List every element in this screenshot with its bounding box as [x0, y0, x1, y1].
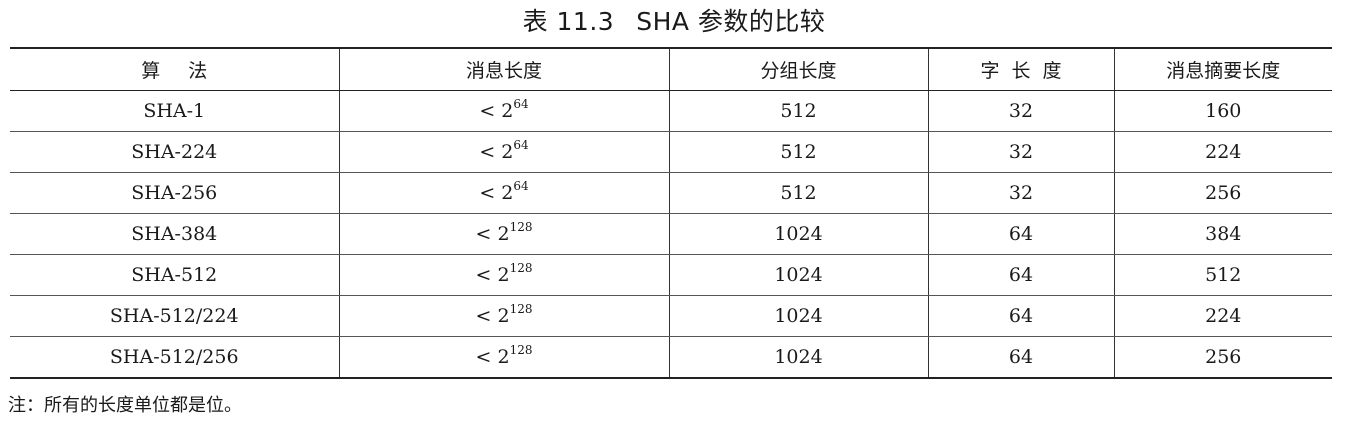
- table-row: SHA-384 < 2128 1024 64 384: [10, 213, 1332, 255]
- table-row: SHA-256 < 264 512 32 256: [10, 172, 1332, 214]
- cell-algorithm: SHA-512/256: [10, 336, 340, 378]
- cell-block-length: 1024: [669, 254, 929, 296]
- cell-digest-length: 256: [1205, 346, 1242, 368]
- cell-digest-length: 224: [1114, 295, 1332, 337]
- cell-block-length: 512: [669, 131, 929, 173]
- cell-message-length: < 2128: [339, 213, 670, 255]
- table-row: SHA-224 < 264 512 32 224: [10, 131, 1332, 173]
- table-row: SHA-512 < 2128 1024 64 512: [10, 254, 1332, 296]
- table-caption: 表 11.3 SHA 参数的比较: [0, 4, 1348, 40]
- cell-word-length: 64: [928, 213, 1115, 255]
- cell-block-length: 1024: [669, 336, 929, 378]
- cell-block-length: 512: [669, 90, 929, 132]
- cell-algorithm: SHA-512: [10, 254, 340, 296]
- cell-message-length: < 2128: [339, 254, 670, 296]
- cell-algorithm: SHA-224: [10, 131, 340, 173]
- header-word-length: 字长度: [928, 48, 1115, 91]
- cell-message-length: < 264: [339, 172, 670, 214]
- cell-algorithm: SHA-512/224: [10, 295, 340, 337]
- header-message-length: 消息长度: [339, 48, 670, 91]
- cell-digest-length: 256: [1114, 172, 1332, 214]
- cell-word-length: 32: [928, 131, 1115, 173]
- cell-message-length: < 2128: [339, 295, 670, 337]
- cell-message-length: < 2128: [339, 336, 670, 378]
- cell-word-length: 32: [928, 172, 1115, 214]
- sha-parameters-table: 算法 消息长度 分组长度 字长度 消息摘要长度 SHA-1 < 264 512 …: [10, 47, 1332, 379]
- table-note: 注：所有的长度单位都是位。: [8, 395, 242, 416]
- cell-block-length: 1024: [669, 213, 929, 255]
- cell-digest-length: 160: [1114, 90, 1332, 132]
- cell-digest-length: 224: [1114, 131, 1332, 173]
- table-number: 表 11.3: [522, 7, 615, 36]
- cell-algorithm: SHA-256: [10, 172, 340, 214]
- table-title: SHA 参数的比较: [636, 7, 826, 36]
- table-row: SHA-1 < 264 512 32 160: [10, 90, 1332, 132]
- cell-digest-length: 384: [1114, 213, 1332, 255]
- cell-word-length: 64: [928, 336, 1115, 378]
- cell-block-length: 512: [669, 172, 929, 214]
- cell-word-length: 32: [928, 90, 1115, 132]
- cell-word-length: 64: [928, 254, 1115, 296]
- header-row: 算法 消息长度 分组长度 字长度 消息摘要长度: [10, 48, 1332, 91]
- table-row: SHA-512/224 < 2128 1024 64 224: [10, 295, 1332, 337]
- table-row: SHA-512/256 < 2128 1024 64 256: [10, 336, 1332, 378]
- cell-block-length: 1024: [669, 295, 929, 337]
- header-block-length: 分组长度: [669, 48, 929, 91]
- cell-message-length: < 264: [339, 131, 670, 173]
- header-algorithm: 算法: [10, 48, 340, 91]
- header-digest-length: 消息摘要长度: [1114, 48, 1332, 91]
- cell-message-length: < 264: [339, 90, 670, 132]
- cell-algorithm: SHA-384: [10, 213, 340, 255]
- cell-digest-length: 512: [1114, 254, 1332, 296]
- cell-algorithm: SHA-1: [10, 90, 340, 132]
- cell-word-length: 64: [928, 295, 1115, 337]
